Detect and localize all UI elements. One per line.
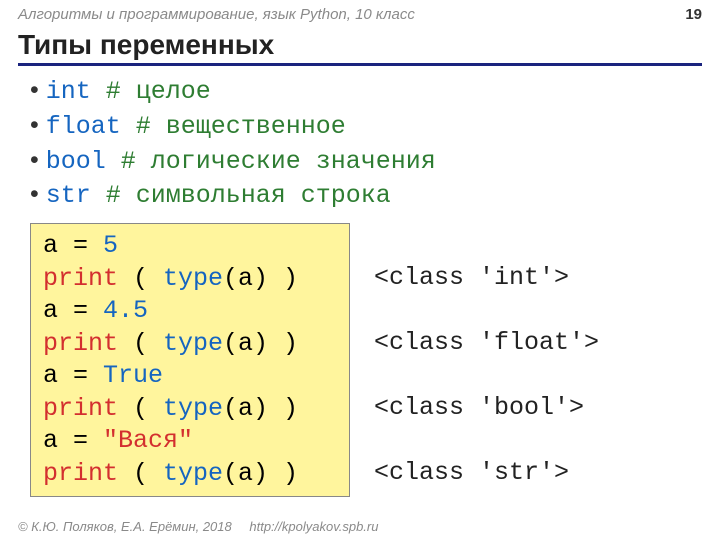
course-label: Алгоритмы и программирование, язык Pytho… [18,6,415,23]
page-number: 19 [685,6,702,23]
code-box: a = 5 print ( type(a) ) a = 4.5 print ( … [30,223,350,497]
output-box: <class 'int'> <class 'float'> <class 'bo… [374,223,599,497]
output-line: <class 'int'> [374,263,569,292]
list-item: bool # логические значения [30,144,702,179]
comment: # символьная строка [106,181,391,210]
output-line: <class 'str'> [374,458,569,487]
keyword: bool [46,147,106,176]
list-item: int # целое [30,74,702,109]
keyword: str [46,181,91,210]
keyword: float [46,112,121,141]
list-item: str # символьная строка [30,178,702,213]
code-area: a = 5 print ( type(a) ) a = 4.5 print ( … [30,223,702,497]
copyright: © К.Ю. Поляков, Е.А. Ерёмин, 2018 [18,519,232,534]
page-title: Типы переменных [18,29,702,66]
comment: # логические значения [121,147,436,176]
footer-url: http://kpolyakov.spb.ru [249,519,378,534]
footer: © К.Ю. Поляков, Е.А. Ерёмин, 2018 http:/… [18,519,378,534]
comment: # вещественное [136,112,346,141]
output-line: <class 'bool'> [374,393,584,422]
type-list: int # целое float # вещественное bool # … [30,74,702,213]
header-bar: Алгоритмы и программирование, язык Pytho… [0,0,720,25]
list-item: float # вещественное [30,109,702,144]
content: int # целое float # вещественное bool # … [0,66,720,497]
comment: # целое [106,77,211,106]
keyword: int [46,77,91,106]
output-line: <class 'float'> [374,328,599,357]
